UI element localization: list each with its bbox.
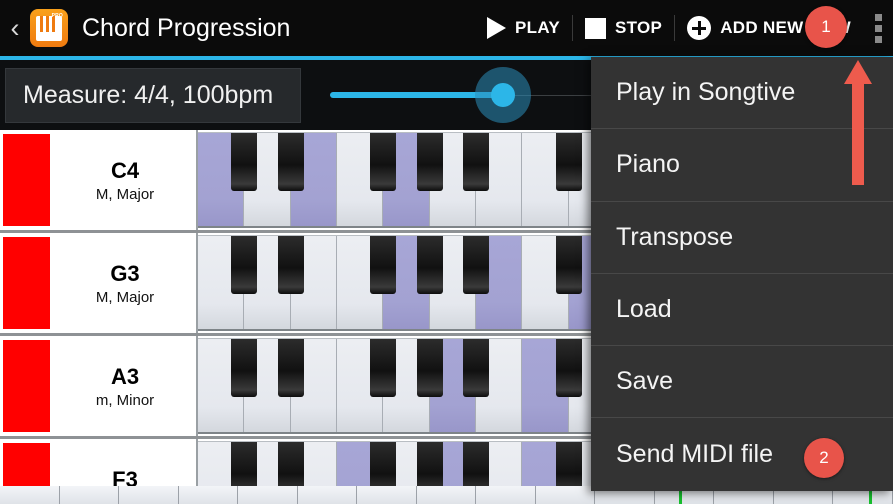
chord-quality-label: M, Major [95,288,155,306]
menu-item-label: Transpose [616,222,734,251]
piano-black-key[interactable] [231,236,258,294]
piano-black-key[interactable] [416,339,443,397]
bottom-white-key[interactable] [357,486,417,504]
plus-circle-icon [687,16,712,40]
bottom-white-key[interactable] [0,486,60,504]
bottom-white-key[interactable] [416,486,477,504]
overflow-menu-button[interactable] [863,0,893,56]
piano-black-key[interactable] [370,339,397,397]
chord-progression-app: ‹ PRO Chord Progression PLAY STOP ADD NE… [0,0,893,504]
piano-pro-app-icon: PRO [30,9,68,47]
piano-black-key[interactable] [231,133,258,191]
annotation-badge-2: 2 [804,438,844,478]
piano-black-key[interactable] [463,339,489,397]
piano-black-key[interactable] [370,133,397,191]
menu-item-label: Send MIDI file [616,440,774,469]
bottom-white-key[interactable] [297,486,358,504]
play-button[interactable]: PLAY [475,0,572,56]
bottom-white-key[interactable] [476,486,536,504]
play-icon [487,17,507,39]
slider-thumb[interactable] [491,83,515,107]
chord-quality-label: M, Major [95,185,155,203]
piano-black-key[interactable] [555,133,582,191]
piano-black-key[interactable] [463,236,489,294]
menu-item-label: Load [616,295,672,324]
top-app-bar: ‹ PRO Chord Progression PLAY STOP ADD NE… [0,0,893,56]
bottom-white-key[interactable] [238,486,298,504]
bottom-white-key[interactable] [178,486,239,504]
measure-info-label: Measure: 4/4, 100bpm [23,81,274,109]
measure-info-button[interactable]: Measure: 4/4, 100bpm [5,68,301,123]
piano-black-key[interactable] [277,236,304,294]
stop-icon [585,17,607,39]
chord-root-name: A3 [110,363,140,389]
bottom-white-key[interactable] [535,486,596,504]
piano-black-key[interactable] [555,339,582,397]
chord-row-label[interactable]: C4 M, Major [55,130,195,230]
piano-black-key[interactable] [463,133,489,191]
menu-item-label: Play in Songtive [616,78,796,107]
menu-item[interactable]: Load [591,274,893,347]
piano-black-key[interactable] [277,339,304,397]
stop-button[interactable]: STOP [573,0,674,56]
kebab-dot-icon [874,24,882,32]
chord-row-label[interactable]: A3 m, Minor [55,336,195,436]
menu-item[interactable]: Send MIDI file [591,418,893,490]
menu-item-label: Piano [616,150,680,179]
app-icon-pro-label: PRO [51,13,63,19]
stop-button-label: STOP [615,18,663,37]
annotation-badge-1: 1 [805,6,847,48]
chord-row-color-marker[interactable] [3,134,50,226]
chord-row-color-marker[interactable] [3,340,50,432]
menu-item[interactable]: Transpose [591,202,893,274]
piano-black-key[interactable] [231,339,258,397]
app-icon-keyboard-glyph [36,16,62,41]
play-button-label: PLAY [515,18,561,37]
slider-fill [330,92,498,98]
chord-quality-label: m, Minor [95,391,155,409]
piano-black-key[interactable] [555,236,582,294]
chord-root-name: G3 [110,260,140,286]
bottom-white-key[interactable] [59,486,120,504]
menu-item[interactable]: Save [591,346,893,419]
chord-row-color-marker[interactable] [3,237,50,329]
annotation-arrow-icon [844,60,872,185]
piano-black-key[interactable] [277,133,304,191]
kebab-dot-icon [874,13,882,21]
piano-black-key[interactable] [416,236,443,294]
menu-item-label: Save [616,367,673,396]
page-title: Chord Progression [82,13,291,42]
bottom-white-key[interactable] [119,486,179,504]
kebab-dot-icon [874,35,882,43]
chord-row-label[interactable]: G3 M, Major [55,233,195,333]
piano-black-key[interactable] [370,236,397,294]
piano-black-key[interactable] [416,133,443,191]
chord-root-name: C4 [110,157,140,183]
back-icon[interactable]: ‹ [0,0,26,56]
